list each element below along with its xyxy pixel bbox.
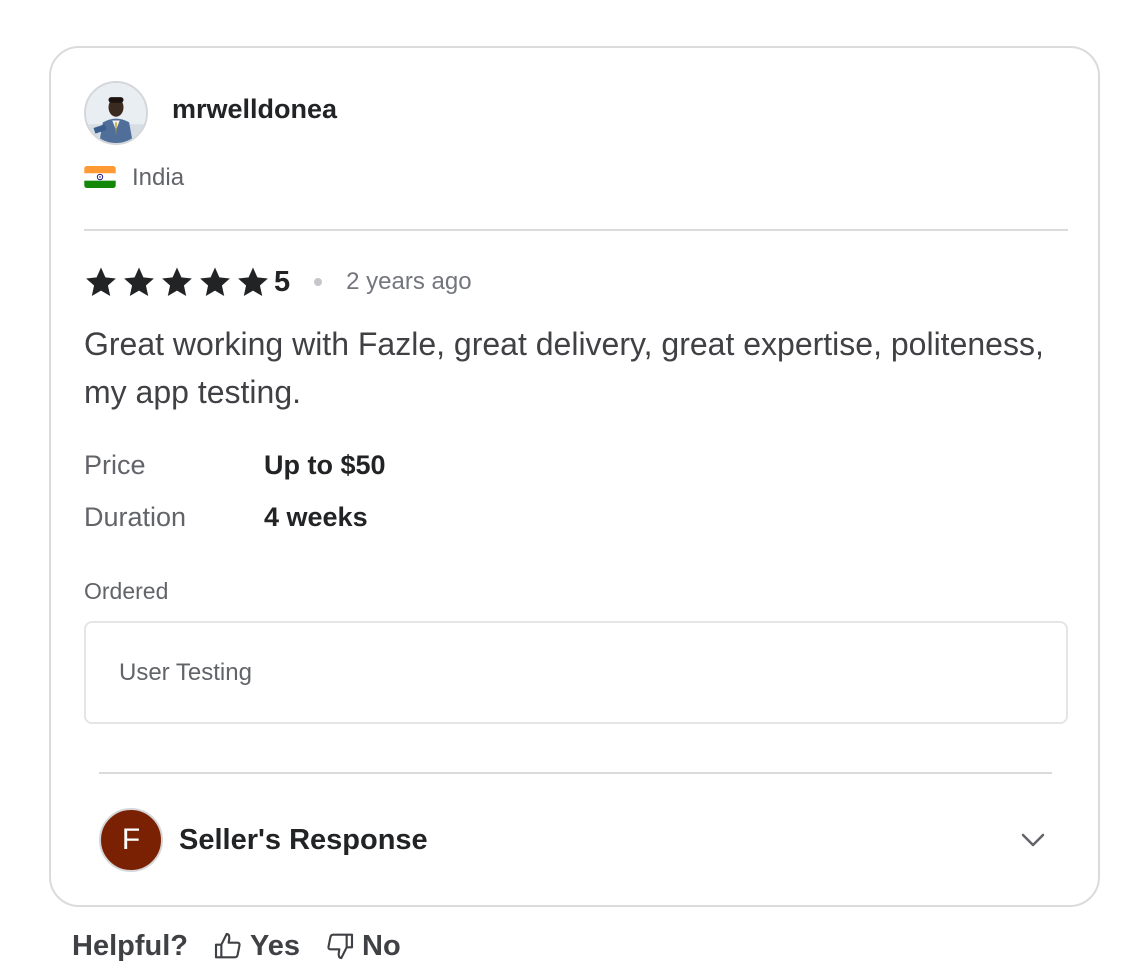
- ordered-item-box: User Testing: [84, 621, 1068, 724]
- price-label: Price: [84, 450, 146, 480]
- seller-avatar-letter: F: [121, 823, 141, 856]
- chevron-down-icon[interactable]: [1018, 825, 1048, 855]
- seller-avatar: F: [99, 808, 163, 872]
- reviewer-username[interactable]: mrwelldonea: [172, 94, 337, 125]
- response-divider: [99, 772, 1052, 774]
- duration-value: 4 weeks: [264, 502, 368, 532]
- india-flag-icon: [84, 166, 116, 188]
- thumbs-up-icon: [214, 932, 241, 959]
- reviewer-country: India: [132, 164, 185, 191]
- review-text: Great working with Fazle, great delivery…: [84, 326, 1044, 410]
- star-rating: [84, 265, 270, 299]
- reviewer-avatar[interactable]: [84, 81, 148, 145]
- star-icon: [124, 267, 154, 297]
- helpful-no-button[interactable]: No: [324, 930, 401, 963]
- rating-value: 5: [274, 265, 291, 298]
- ordered-label: Ordered: [84, 578, 169, 604]
- review-card: mrwelldonea India 5 2 years ago Great wo…: [49, 46, 1100, 907]
- duration-label: Duration: [84, 502, 187, 532]
- review-time: 2 years ago: [346, 268, 472, 295]
- thumbs-down-icon: [327, 933, 354, 960]
- helpful-label: Helpful?: [72, 929, 188, 962]
- reviewer-avatar-image: [86, 83, 146, 143]
- star-icon: [238, 267, 268, 297]
- ordered-item: User Testing: [119, 658, 252, 686]
- helpful-yes-button[interactable]: Yes: [212, 930, 300, 963]
- price-row: Price Up to $50: [84, 450, 386, 481]
- star-icon: [86, 267, 116, 297]
- rating-row: 5 2 years ago: [84, 264, 472, 300]
- seller-response-title: Seller's Response: [179, 823, 428, 856]
- seller-response-toggle[interactable]: F Seller's Response: [99, 808, 1052, 872]
- header-divider: [84, 229, 1068, 231]
- star-icon: [162, 267, 192, 297]
- helpful-row: Helpful? Yes No: [72, 926, 401, 966]
- helpful-yes-label: Yes: [250, 929, 300, 962]
- separator-dot: [314, 278, 323, 286]
- helpful-no-label: No: [362, 929, 401, 962]
- duration-row: Duration 4 weeks: [84, 502, 368, 533]
- star-icon: [200, 267, 230, 297]
- price-value: Up to $50: [264, 450, 386, 480]
